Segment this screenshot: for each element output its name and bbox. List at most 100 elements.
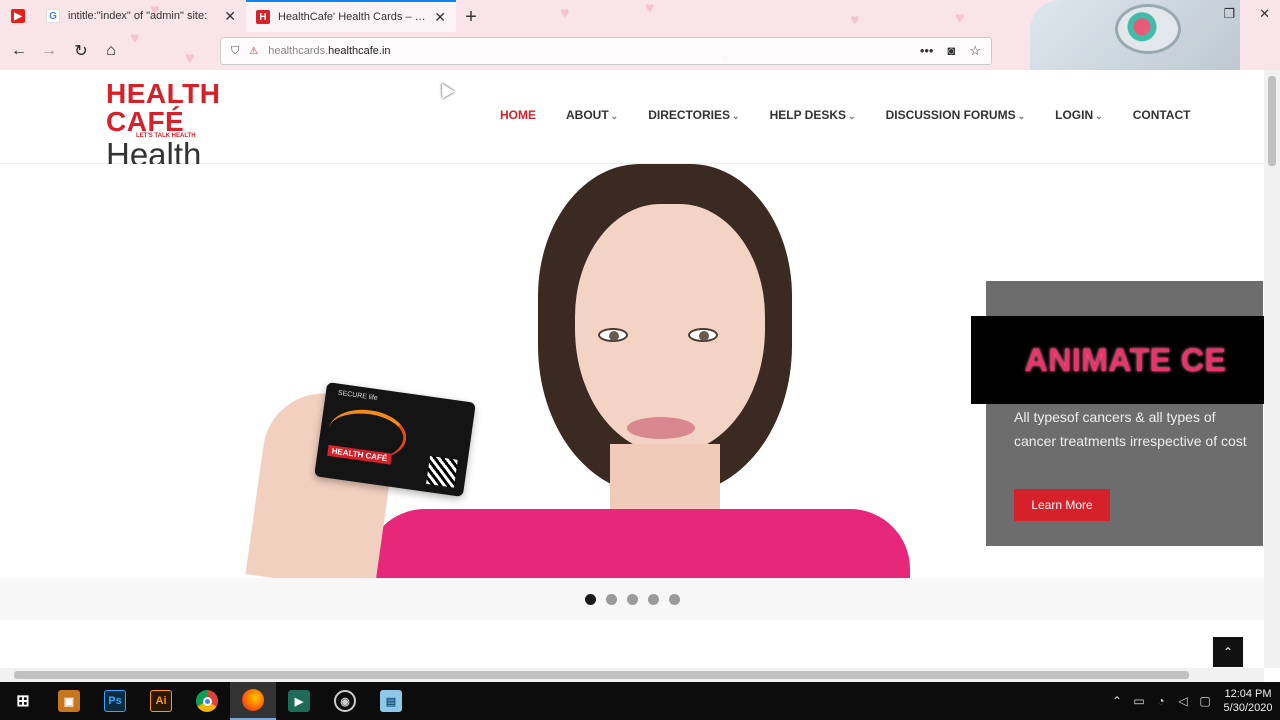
back-arrow-icon: ← [11, 42, 27, 59]
google-icon: G [46, 9, 60, 23]
heart-decor: ♥ [955, 10, 965, 27]
horizontal-scrollbar[interactable] [0, 668, 1264, 682]
scroll-to-top-button[interactable]: ⌃ [1213, 637, 1243, 667]
taskbar-app[interactable] [184, 682, 230, 720]
obs-icon: ◉ [334, 690, 356, 712]
taskbar-app[interactable]: ◉ [322, 682, 368, 720]
pocket-icon[interactable]: ◙ [947, 43, 955, 59]
urlbar-actions: ••• ◙ ☆ [920, 43, 991, 59]
more-actions-icon[interactable]: ••• [920, 43, 934, 59]
taskbar-app[interactable]: ▶ [276, 682, 322, 720]
reload-icon: ↻ [74, 43, 88, 60]
forward-button[interactable]: → [38, 40, 60, 62]
nav-label: DISCUSSION FORUMS [885, 108, 1016, 122]
forward-arrow-icon: → [41, 42, 57, 59]
logo-brand: HEALTH CAFÉ [106, 78, 221, 137]
chrome-icon [196, 690, 218, 712]
illustrator-icon: Ai [150, 690, 172, 712]
nav-label: ABOUT [566, 108, 609, 122]
taskbar-app[interactable] [230, 682, 276, 720]
nav-login[interactable]: LOGIN ⌄ [1055, 108, 1103, 122]
model-neck [610, 444, 720, 514]
qr-code-icon [426, 456, 458, 488]
nav-label: DIRECTORIES [648, 108, 731, 122]
windows-icon: ⊞ [16, 693, 30, 710]
nav-home[interactable]: HOME [500, 108, 536, 122]
slider-pagination [0, 578, 1264, 620]
site-lock-icon: ⚠ [249, 45, 259, 57]
tab-healthcafe[interactable]: H HealthCafe' Health Cards – Be ✕ [246, 0, 456, 32]
system-clock[interactable]: 12:04 PM 5/30/2020 [1216, 687, 1280, 715]
new-tab-button[interactable]: + [456, 0, 486, 34]
slider-dot[interactable] [668, 593, 680, 605]
taskbar-app[interactable]: Ps [92, 682, 138, 720]
nav-label: CONTACT [1132, 108, 1191, 122]
tab-google-search[interactable]: G intitle:"index" of "admin" site: ✕ [36, 0, 246, 32]
card-secure-text: SECURE life [337, 389, 379, 403]
slider-dot[interactable] [584, 593, 596, 605]
nav-label: LOGIN [1055, 108, 1094, 122]
volume-icon[interactable]: ◁ [1172, 694, 1194, 708]
slider-dot[interactable] [647, 593, 659, 605]
slide-caption-text: All typesof cancers & all types of cance… [1014, 409, 1247, 449]
close-window-icon[interactable]: ✕ [1259, 6, 1270, 22]
photoshop-icon: Ps [104, 690, 126, 712]
chevron-down-icon: ⌄ [1017, 111, 1026, 121]
reload-button[interactable]: ↻ [70, 40, 92, 62]
home-icon: ⌂ [106, 42, 116, 59]
heart-decor: ♥ [645, 0, 655, 17]
tab-strip: ▶ G intitle:"index" of "admin" site: ✕ H… [0, 0, 486, 34]
taskbar-app[interactable]: Ai [138, 682, 184, 720]
browser-chrome: ♥ ♥ ♥ ♥ ♥ ♥ ♥ ♥ ▶ G intitle:"index" of "… [0, 0, 1280, 70]
nav-contact[interactable]: CONTACT [1133, 108, 1191, 122]
back-button[interactable]: ← [8, 40, 30, 62]
firefox-icon [242, 689, 264, 711]
vertical-scrollbar[interactable] [1264, 70, 1280, 668]
chevron-down-icon: ⌄ [610, 111, 619, 121]
taskbar-app[interactable]: ▣ [46, 682, 92, 720]
system-tray: ⌃ ▭ ◔ ◁ ▢ 12:04 PM 5/30/2020 [1106, 682, 1280, 720]
home-button[interactable]: ⌂ [100, 40, 122, 62]
wifi-icon[interactable]: ◔ [1150, 694, 1172, 708]
model-shirt [365, 509, 910, 578]
close-icon[interactable]: ✕ [434, 9, 446, 26]
nav-label: HOME [500, 108, 536, 122]
notification-icon[interactable]: ▢ [1194, 694, 1216, 708]
shield-icon: ⛉ [231, 44, 240, 57]
nav-about[interactable]: ABOUT ⌄ [566, 108, 618, 122]
healthcafe-icon: H [256, 10, 270, 24]
scrollbar-thumb[interactable] [14, 671, 1189, 679]
chevron-down-icon: ⌄ [1095, 111, 1103, 121]
model-eye [688, 328, 718, 342]
page-content-area [0, 620, 1264, 668]
slider-dot[interactable] [605, 593, 617, 605]
nav-discussion-forums[interactable]: DISCUSSION FORUMS ⌄ [886, 108, 1026, 122]
nav-help-desks[interactable]: HELP DESKS ⌄ [770, 108, 856, 122]
restore-icon[interactable]: ❐ [1223, 6, 1235, 22]
nav-label: HELP DESKS [769, 108, 847, 122]
tab-youtube[interactable]: ▶ [0, 0, 36, 32]
start-button[interactable]: ⊞ [0, 682, 46, 720]
slider-dot[interactable] [626, 593, 638, 605]
clock-time: 12:04 PM [1224, 688, 1272, 700]
address-bar[interactable]: ⛉ ⚠ healthcards. healthcafe.in ••• ◙ ☆ [220, 37, 992, 65]
windows-taskbar: ⊞ ▣ Ps Ai ▶ ◉ ▤ ⌃ ▭ ◔ ◁ ▢ 12:04 PM 5/30/… [0, 682, 1280, 720]
window-controls: ❐ ✕ [1223, 6, 1270, 22]
heart-decor: ♥ [560, 5, 570, 22]
site-header: HEALTH CAFÉ LET'S TALK HEALTH Health Car… [0, 70, 1264, 203]
url-subdomain: healthcards. [268, 45, 329, 57]
chevron-down-icon: ⌄ [732, 111, 740, 121]
model-lips [627, 417, 695, 439]
battery-icon[interactable]: ▭ [1128, 694, 1150, 708]
scrollbar-thumb[interactable] [1268, 76, 1276, 166]
chevron-up-icon[interactable]: ⌃ [1106, 694, 1128, 708]
learn-more-button[interactable]: Learn More [1014, 489, 1110, 521]
photo-viewer-icon: ▣ [58, 690, 80, 712]
overlay-text: ANIMATE CE [1024, 341, 1227, 378]
taskbar-app[interactable]: ▤ [368, 682, 414, 720]
notes-app-icon: ▤ [380, 690, 402, 712]
close-icon[interactable]: ✕ [224, 8, 236, 25]
nav-directories[interactable]: DIRECTORIES ⌄ [648, 108, 739, 122]
tab-label: intitle:"index" of "admin" site: [68, 10, 208, 22]
bookmark-star-icon[interactable]: ☆ [969, 43, 981, 59]
